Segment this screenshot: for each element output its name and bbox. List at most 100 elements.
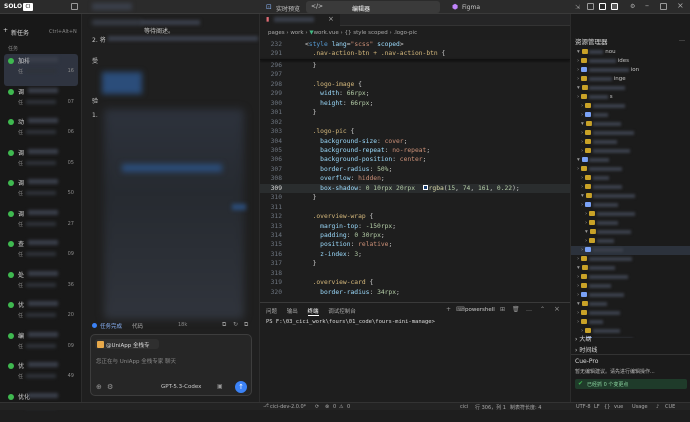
more-icon[interactable]: … [526, 306, 532, 313]
close-tab-icon[interactable]: × [328, 15, 334, 23]
code-line[interactable]: 310 } [260, 193, 570, 202]
tree-item[interactable]: › [585, 219, 618, 228]
more-icon[interactable]: ⧉ [244, 321, 248, 329]
split-terminal-icon[interactable]: ⊞ [500, 306, 505, 313]
outline-section[interactable]: › 大纲 [575, 334, 591, 343]
new-task-button[interactable]: + 新任务 Ctrl+Alt+N [3, 26, 79, 38]
code-line[interactable]: 299 width: 66rpx; [260, 89, 570, 98]
tree-item[interactable]: › [581, 102, 625, 111]
code-line[interactable]: 306 background-position: center; [260, 155, 570, 164]
code-line[interactable]: 302 [260, 118, 570, 127]
close-panel-icon[interactable]: × [554, 305, 560, 313]
code-area[interactable]: 232 <style lang="scss" scoped> 291 .nav-ac… [260, 40, 570, 302]
task-item[interactable]: 处任 36 [4, 268, 78, 300]
tree-item[interactable]: › [581, 183, 622, 192]
history-icon[interactable]: ↻ [233, 321, 238, 328]
code-line[interactable]: 301 } [260, 108, 570, 117]
eol-status[interactable]: LF [594, 404, 600, 410]
code-line[interactable]: 318 [260, 269, 570, 278]
tree-item[interactable]: › ion [577, 66, 639, 75]
user-status[interactable]: cici [460, 404, 468, 410]
panel-right-icon[interactable] [611, 3, 618, 12]
image-icon[interactable]: ▣ [217, 383, 223, 390]
tree-item[interactable]: ▾ [577, 264, 616, 273]
task-item[interactable]: 调任 50 [4, 176, 78, 208]
tree-item[interactable]: › [581, 174, 609, 183]
trash-icon[interactable]: 🗑 [512, 306, 520, 313]
tree-item[interactable]: › [577, 309, 620, 318]
warning-icon[interactable]: ⚠ [339, 404, 343, 410]
model-selector[interactable]: GPT-5.3-Codex [161, 384, 201, 390]
tab-figma[interactable]: ⬢ Figma [452, 1, 562, 13]
error-icon[interactable]: ⊗ [325, 404, 329, 410]
tree-item[interactable]: › [585, 237, 614, 246]
code-line[interactable]: 298 .logo-image { [260, 80, 570, 89]
tree-item[interactable]: ▾ [581, 192, 636, 201]
sync-icon[interactable]: ⟳ [315, 404, 319, 410]
task-item[interactable]: 加排任 16 [4, 54, 78, 86]
settings-icon[interactable]: ⚙ [630, 3, 635, 10]
tab-terminal[interactable]: 终端 [307, 309, 319, 316]
tree-item[interactable]: ▾ [585, 228, 632, 237]
cursor-position[interactable]: 行 306，列 1 [475, 404, 506, 411]
tree-item[interactable]: › [581, 111, 608, 120]
shell-selector[interactable]: powershell [465, 307, 495, 313]
tree-item[interactable]: › [581, 129, 634, 138]
panel-bottom-icon[interactable] [599, 3, 606, 12]
add-terminal-icon[interactable]: + [446, 306, 451, 313]
tree-item[interactable]: › s [577, 93, 613, 102]
tree-item[interactable]: ▾ [581, 120, 622, 129]
chat-input[interactable]: 您正在与 UniApp 全栈专家 聊天 [96, 357, 176, 365]
tree-item[interactable]: ▾ [577, 84, 626, 93]
code-line[interactable]: 305 background-repeat: no-repeat; [260, 146, 570, 155]
task-item[interactable]: 动任 06 [4, 115, 78, 147]
timeline-section[interactable]: › 时间线 [575, 345, 597, 354]
tree-item[interactable]: › inge [577, 75, 626, 84]
tree-item[interactable]: › [577, 291, 624, 300]
code-line[interactable]: 309 box-shadow: 0 10rpx 20rpx rgba(15, 7… [260, 183, 570, 194]
code-line[interactable]: 300 height: 66rpx; [260, 99, 570, 108]
tree-item[interactable]: › [577, 282, 611, 291]
task-item[interactable]: 调任 05 [4, 146, 78, 178]
tree-item[interactable]: › [577, 273, 628, 282]
panel-left-icon[interactable] [587, 3, 594, 12]
code-line[interactable]: 313 margin-top: -150rpx; [260, 222, 570, 231]
code-line[interactable]: 316 z-index: 3; [260, 250, 570, 259]
tree-item[interactable]: ▾ [577, 156, 610, 165]
code-line[interactable]: 297 [260, 70, 570, 79]
code-line[interactable]: 296 } [260, 61, 570, 70]
task-item[interactable]: 编任 09 [4, 329, 78, 361]
code-line[interactable]: 312 .overview-wrap { [260, 212, 570, 221]
more-icon[interactable]: … [679, 36, 685, 43]
code-line[interactable]: 291 .nav-action-btn + .nav-action-btn { [260, 49, 570, 59]
code-line[interactable]: 317 } [260, 259, 570, 268]
usage-status[interactable]: Usage [632, 404, 648, 410]
code-line[interactable]: 307 border-radius: 50%; [260, 165, 570, 174]
tree-item[interactable]: › [577, 165, 622, 174]
tab-debug-console[interactable]: 调试控制台 [328, 309, 356, 315]
task-item[interactable]: 调任 07 [4, 85, 78, 117]
task-item[interactable]: 查任 09 [4, 237, 78, 269]
tree-item[interactable]: ▾ [577, 300, 608, 309]
terminal-prompt[interactable]: PS F:\03_cici_work\fours\01_code\fours-m… [266, 319, 435, 325]
close-icon[interactable]: × [677, 1, 684, 10]
indent-status[interactable]: 制表符长度: 4 [510, 404, 541, 411]
bell-icon[interactable]: ♪ [656, 404, 659, 410]
tree-item[interactable]: › [581, 138, 617, 147]
file-tab[interactable]: ▮ × [260, 14, 340, 26]
agent-chip[interactable]: @UniApp 全栈专 [95, 339, 159, 349]
branch-status[interactable]: cici-dev-2.0.0* [270, 404, 306, 410]
code-line[interactable]: 304 background-size: cover; [260, 137, 570, 146]
tree-item[interactable]: › [571, 246, 690, 255]
layout-icon[interactable] [71, 3, 78, 10]
tree-item[interactable]: ▾ nou [577, 48, 616, 57]
task-item[interactable]: 调任 27 [4, 207, 78, 239]
minimize-icon[interactable]: – [645, 1, 649, 10]
code-line[interactable]: 315 position: relative; [260, 240, 570, 249]
tree-item[interactable]: › [581, 201, 618, 210]
tree-item[interactable]: › [577, 255, 632, 264]
tree-item[interactable]: › [581, 147, 630, 156]
code-line[interactable]: 311 [260, 203, 570, 212]
tree-item[interactable]: › ides [577, 57, 629, 66]
task-item[interactable]: 优任 20 [4, 298, 78, 330]
